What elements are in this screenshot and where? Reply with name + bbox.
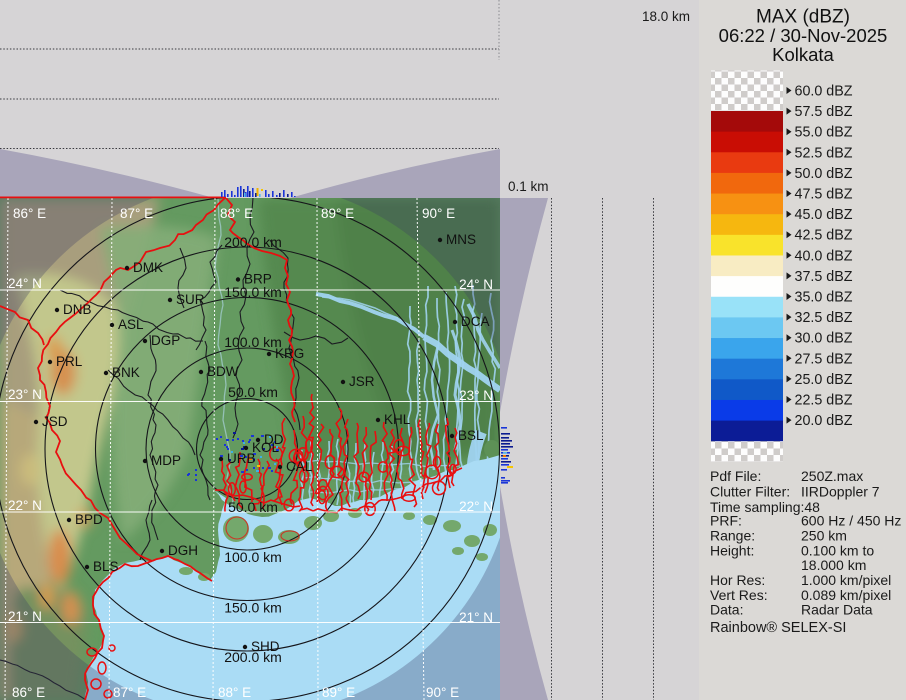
svg-text:23° N: 23° N (459, 388, 493, 403)
svg-text:21° N: 21° N (459, 610, 493, 625)
svg-text:27.5 dBZ: 27.5 dBZ (795, 351, 853, 367)
svg-text:88° E: 88° E (220, 206, 253, 221)
svg-text:57.5 dBZ: 57.5 dBZ (795, 104, 853, 120)
svg-text:18.000 km: 18.000 km (801, 557, 866, 573)
svg-text:50.0 km: 50.0 km (228, 499, 278, 515)
svg-text:DGH: DGH (168, 543, 198, 558)
svg-text:KRG: KRG (275, 346, 304, 361)
svg-text:06:22 / 30-Nov-2025: 06:22 / 30-Nov-2025 (719, 25, 888, 46)
svg-text:37.5 dBZ: 37.5 dBZ (795, 269, 853, 285)
svg-text:21° N: 21° N (8, 609, 42, 624)
svg-text:86° E: 86° E (12, 685, 45, 700)
svg-text:89° E: 89° E (321, 206, 354, 221)
svg-text:Radar Data: Radar Data (801, 602, 873, 618)
svg-text:22° N: 22° N (8, 498, 42, 513)
svg-text:MNS: MNS (446, 232, 476, 247)
svg-text:23° N: 23° N (8, 387, 42, 402)
svg-text:Pdf File:: Pdf File: (710, 468, 761, 484)
svg-text:47.5 dBZ: 47.5 dBZ (795, 187, 853, 203)
svg-text:Hor Res:: Hor Res: (710, 572, 765, 588)
svg-text:BDW: BDW (207, 364, 239, 379)
svg-text:50.0 km: 50.0 km (228, 384, 278, 400)
svg-text:JSD: JSD (42, 414, 68, 429)
svg-text:35.0 dBZ: 35.0 dBZ (795, 290, 853, 306)
svg-text:87° E: 87° E (113, 685, 146, 700)
svg-text:60.0 dBZ: 60.0 dBZ (795, 84, 853, 100)
svg-text:20.0 dBZ: 20.0 dBZ (795, 413, 853, 429)
svg-text:600 Hz / 450 Hz: 600 Hz / 450 Hz (801, 513, 901, 529)
svg-text:90° E: 90° E (426, 685, 459, 700)
svg-text:0.1 km: 0.1 km (508, 179, 549, 194)
svg-text:30.0 dBZ: 30.0 dBZ (795, 331, 853, 347)
svg-text:Height:: Height: (710, 543, 754, 559)
svg-text:SHD: SHD (251, 639, 280, 654)
svg-text:Rainbow® SELEX-SI: Rainbow® SELEX-SI (710, 620, 846, 636)
svg-text:BLS: BLS (93, 559, 119, 574)
svg-text:40.0 dBZ: 40.0 dBZ (795, 248, 853, 264)
svg-text:250 km: 250 km (801, 528, 847, 544)
svg-text:150.0 km: 150.0 km (224, 600, 282, 616)
svg-text:100.0 km: 100.0 km (224, 549, 282, 565)
svg-text:DMK: DMK (133, 260, 163, 275)
svg-text:22° N: 22° N (459, 499, 493, 514)
svg-text:50.0 dBZ: 50.0 dBZ (795, 166, 853, 182)
svg-text:52.5 dBZ: 52.5 dBZ (795, 145, 853, 161)
svg-text:1.000 km/pixel: 1.000 km/pixel (801, 572, 891, 588)
svg-text:Clutter Filter:: Clutter Filter: (710, 484, 790, 500)
svg-text:JSR: JSR (349, 374, 375, 389)
svg-text:89° E: 89° E (322, 685, 355, 700)
svg-text:86° E: 86° E (13, 206, 46, 221)
svg-text:24° N: 24° N (8, 276, 42, 291)
svg-text:24° N: 24° N (459, 277, 493, 292)
svg-text:90° E: 90° E (422, 206, 455, 221)
svg-text:DNB: DNB (63, 302, 92, 317)
svg-text:DGP: DGP (151, 333, 180, 348)
svg-text:200.0 km: 200.0 km (224, 234, 282, 250)
svg-text:Range:: Range: (710, 528, 755, 544)
svg-text:DCA: DCA (461, 314, 490, 329)
svg-text:BPD: BPD (75, 512, 103, 527)
svg-text:IIRDoppler 7: IIRDoppler 7 (801, 484, 880, 500)
svg-text:88° E: 88° E (218, 685, 251, 700)
svg-text:BNK: BNK (112, 365, 140, 380)
svg-text:18.0 km: 18.0 km (642, 9, 690, 24)
svg-text:22.5 dBZ: 22.5 dBZ (795, 393, 853, 409)
svg-text:Data:: Data: (710, 602, 743, 618)
svg-text:55.0 dBZ: 55.0 dBZ (795, 125, 853, 141)
svg-text:PRF:: PRF: (710, 513, 742, 529)
svg-text:42.5 dBZ: 42.5 dBZ (795, 228, 853, 244)
svg-text:BRP: BRP (244, 272, 272, 287)
svg-text:PRL: PRL (56, 354, 83, 369)
svg-text:KHL: KHL (384, 412, 411, 427)
svg-text:CAL: CAL (286, 459, 313, 474)
svg-text:ASL: ASL (118, 317, 144, 332)
svg-text:100.0 km: 100.0 km (224, 334, 282, 350)
svg-text:25.0 dBZ: 25.0 dBZ (795, 372, 853, 388)
svg-text:87° E: 87° E (120, 206, 153, 221)
svg-text:MDP: MDP (151, 453, 181, 468)
svg-text:45.0 dBZ: 45.0 dBZ (795, 207, 853, 223)
svg-text:SUR: SUR (176, 292, 205, 307)
svg-text:32.5 dBZ: 32.5 dBZ (795, 310, 853, 326)
svg-text:KOL: KOL (252, 440, 280, 455)
svg-text:Kolkata: Kolkata (772, 44, 834, 65)
svg-text:URB: URB (227, 451, 256, 466)
svg-text:BSL: BSL (458, 428, 484, 443)
svg-text:250Z.max: 250Z.max (801, 468, 863, 484)
